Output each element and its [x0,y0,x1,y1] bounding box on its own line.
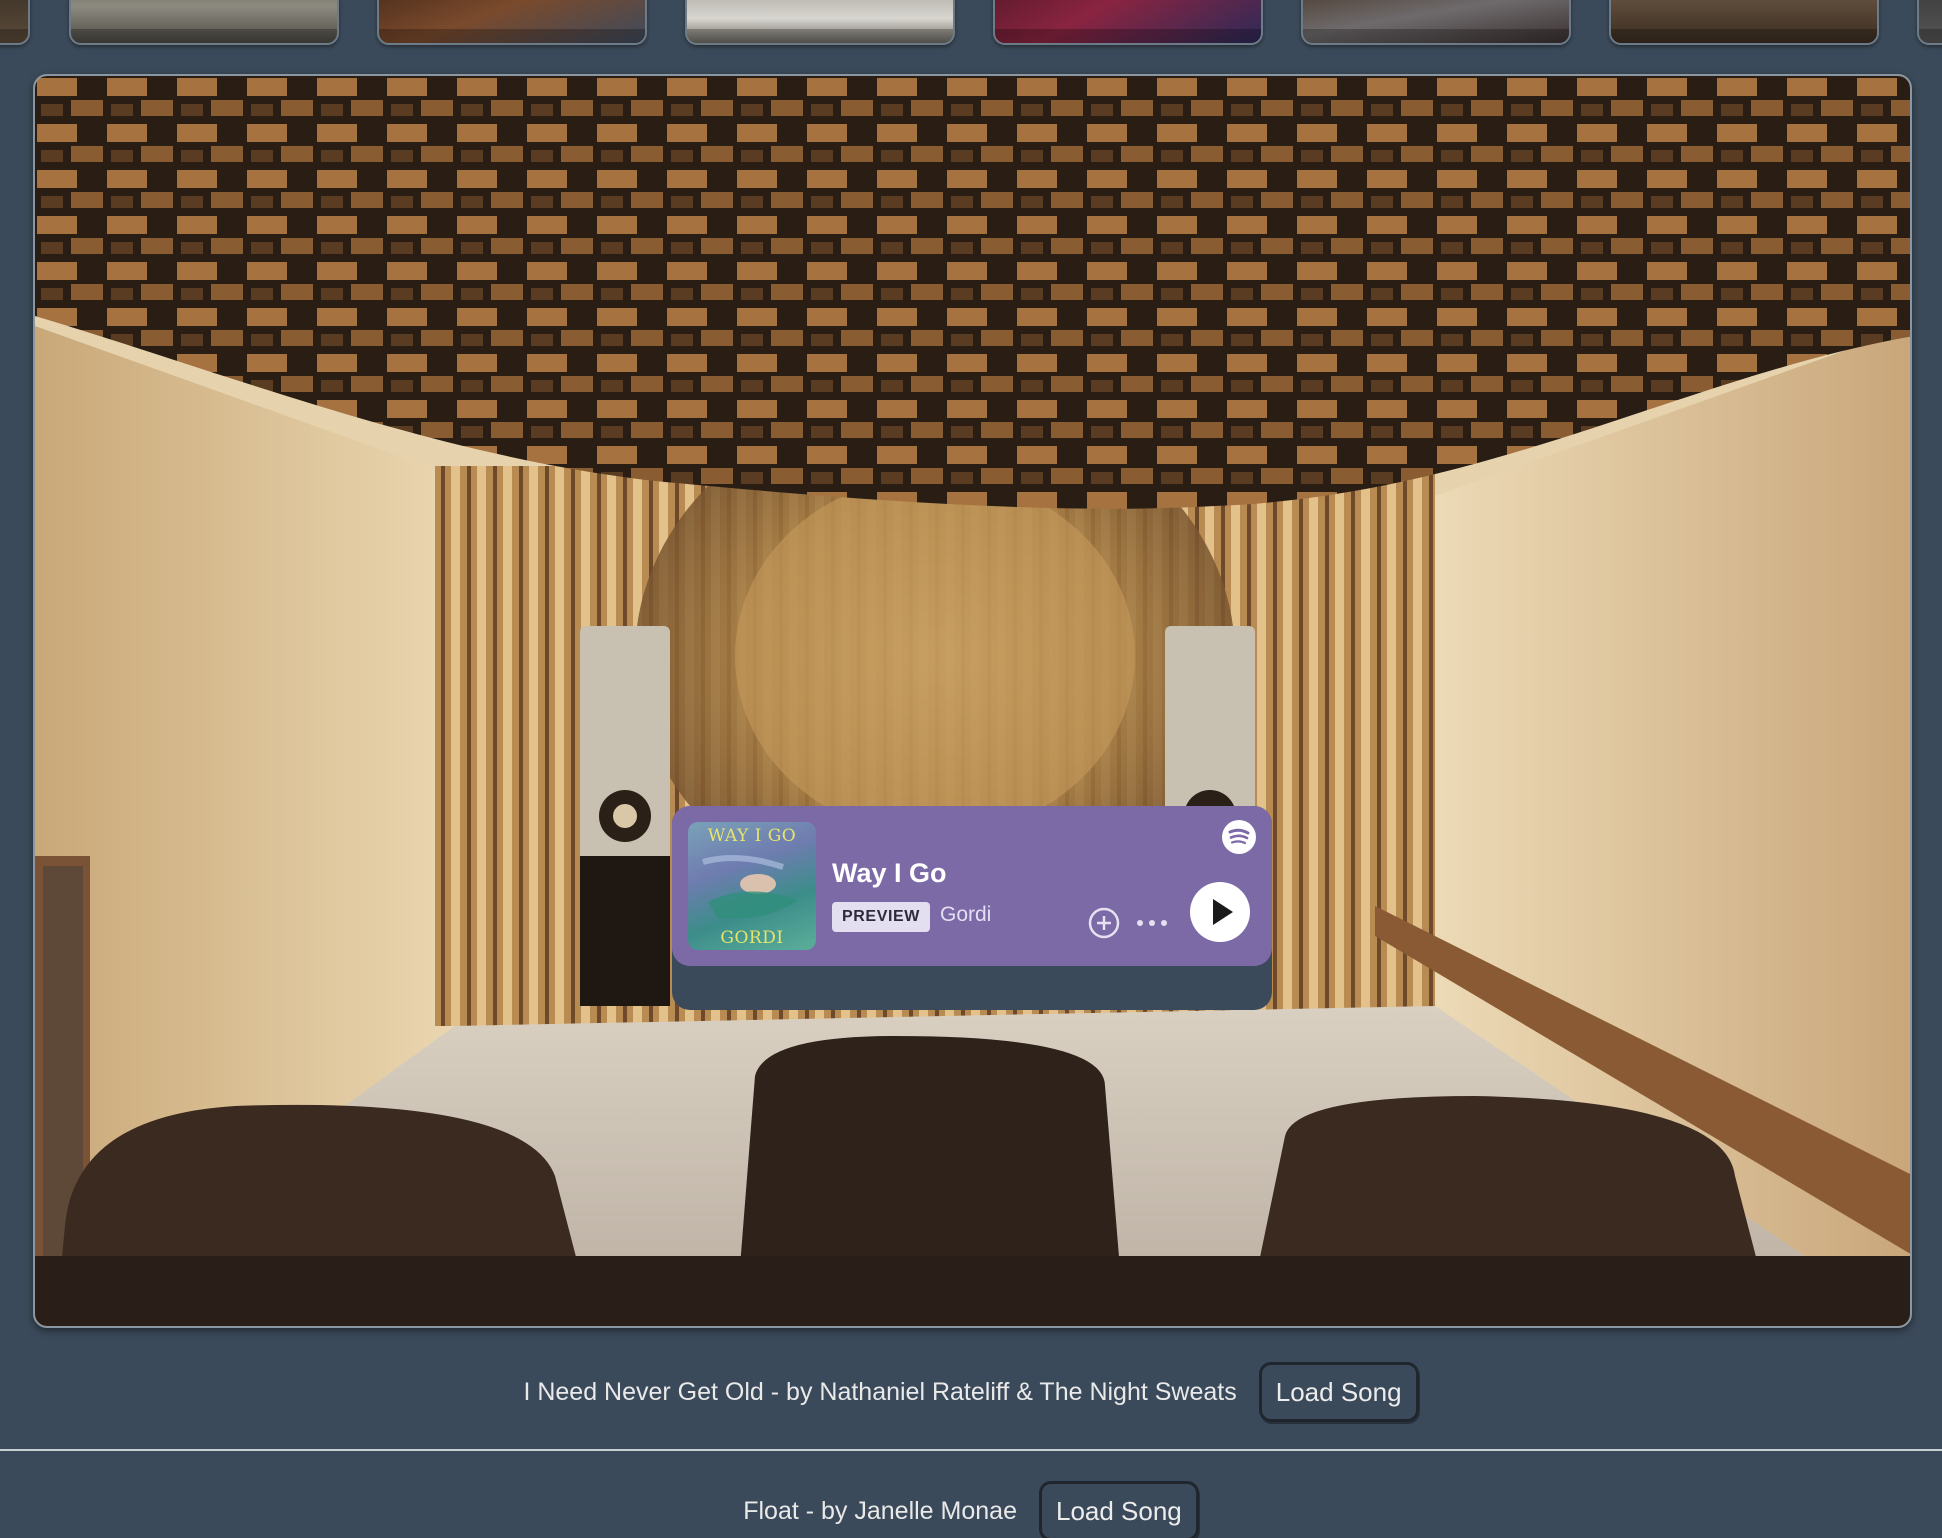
song-row: I Need Never Get Old - by Nathaniel Rate… [0,1358,1942,1426]
more-icon[interactable] [1132,906,1172,940]
gallery-thumbnail[interactable] [69,0,339,45]
room-photo [33,74,1912,1328]
load-song-button[interactable]: Load Song [1038,1481,1199,1538]
spotify-embed-frame: WAY I GO GORDI Way I Go PREVIEW Gordi [672,806,1272,1010]
add-icon[interactable] [1087,906,1121,940]
song-title: Float - by Janelle Monae [743,1496,1017,1525]
gallery-thumbnail[interactable] [1609,0,1879,45]
play-button[interactable] [1190,882,1250,942]
divider [0,1449,1942,1451]
gallery-thumbnail[interactable] [377,0,647,45]
track-title[interactable]: Way I Go [832,858,947,889]
room-illustration [35,76,1910,1326]
gallery-thumbnail[interactable] [0,0,30,45]
gallery-thumbnail[interactable] [1301,0,1571,45]
preview-badge: PREVIEW [832,902,930,932]
play-icon [1213,899,1233,925]
cover-artist-text: GORDI [720,928,784,948]
spotify-embed[interactable]: WAY I GO GORDI Way I Go PREVIEW Gordi [672,806,1272,966]
spotify-icon[interactable] [1222,820,1256,854]
gallery-thumbnail[interactable] [1917,0,1942,45]
song-row: Float - by Janelle Monae Load Song [0,1477,1942,1538]
load-song-button[interactable]: Load Song [1258,1362,1419,1422]
artist-name[interactable]: Gordi [940,903,991,927]
song-title: I Need Never Get Old - by Nathaniel Rate… [523,1377,1237,1406]
thumbnail-strip [0,0,1942,46]
gallery-thumbnail[interactable] [993,0,1263,45]
page: WAY I GO GORDI Way I Go PREVIEW Gordi I … [0,0,1942,1538]
gallery-thumbnail[interactable] [685,0,955,45]
album-cover[interactable]: WAY I GO GORDI [688,822,816,950]
